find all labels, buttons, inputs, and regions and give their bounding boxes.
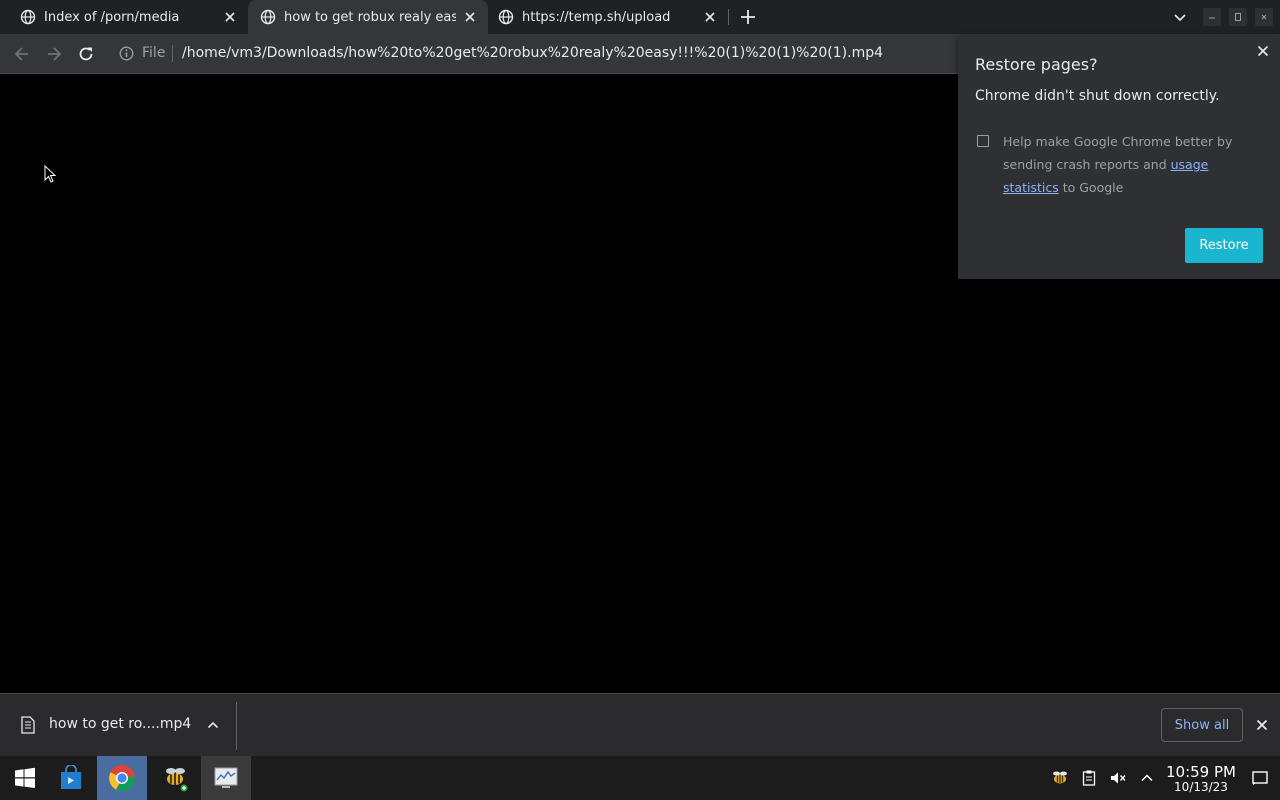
start-button[interactable] — [0, 756, 50, 800]
tab-search-chevron-icon[interactable] — [1172, 9, 1188, 25]
taskbar — [0, 756, 1280, 800]
system-monitor-button[interactable] — [201, 756, 251, 800]
system-monitor-icon — [214, 767, 238, 788]
chrome-icon — [109, 765, 135, 792]
dialog-title: Restore pages? — [975, 55, 1098, 74]
reload-icon[interactable] — [76, 44, 96, 64]
tab-strip: Index of /porn/media how to get robux re… — [0, 0, 1280, 34]
consent-text-end: to Google — [1058, 180, 1124, 195]
back-icon[interactable] — [12, 44, 32, 64]
tab-how-to-get-robux[interactable]: how to get robux realy easy!!! — [248, 0, 488, 34]
bee-app-icon — [166, 768, 188, 792]
store-icon — [61, 765, 81, 789]
crash-report-consent: Help make Google Chrome better by sendin… — [1003, 130, 1268, 199]
volume-muted-icon[interactable] — [1109, 769, 1127, 787]
forward-icon[interactable] — [44, 44, 64, 64]
globe-icon — [498, 9, 514, 25]
crash-report-checkbox[interactable] — [977, 135, 989, 147]
tray-chevron-up-icon[interactable] — [1138, 769, 1156, 787]
dialog-message: Chrome didn't shut down correctly. — [975, 88, 1220, 104]
close-icon[interactable] — [1254, 717, 1270, 733]
bee-app-button[interactable] — [150, 756, 200, 800]
notifications-icon[interactable] — [1251, 769, 1269, 787]
download-shelf: how to get ro....mp4 Show all — [0, 693, 1280, 756]
clock-date[interactable]: 10/13/23 — [1160, 780, 1242, 794]
chevron-up-icon[interactable] — [206, 718, 220, 732]
restore-button[interactable]: Restore — [1185, 228, 1263, 263]
chrome-taskbar-button[interactable] — [97, 756, 147, 800]
mouse-cursor-icon — [44, 165, 57, 183]
shelf-divider — [236, 702, 237, 750]
close-icon — [1261, 14, 1267, 20]
globe-icon — [260, 9, 276, 25]
tab-title: how to get robux realy easy!!! — [284, 9, 456, 25]
maximize-icon — [1235, 13, 1241, 21]
maximize-button[interactable] — [1229, 8, 1247, 26]
tab-temp-sh-upload[interactable]: https://temp.sh/upload — [488, 0, 728, 34]
download-item-name[interactable]: how to get ro....mp4 — [49, 716, 191, 732]
close-icon[interactable] — [1255, 43, 1271, 59]
store-button[interactable] — [46, 756, 96, 800]
close-tab-icon[interactable] — [702, 9, 718, 25]
address-divider — [172, 45, 173, 62]
minimize-icon — [1209, 17, 1215, 19]
clipboard-icon[interactable] — [1080, 769, 1098, 787]
tab-divider — [728, 9, 729, 25]
minimize-button[interactable] — [1203, 8, 1221, 26]
start-icon — [15, 767, 35, 788]
info-icon[interactable] — [119, 46, 134, 61]
restore-pages-dialog: Restore pages? Chrome didn't shut down c… — [958, 36, 1280, 279]
tab-title: https://temp.sh/upload — [522, 9, 671, 25]
file-icon — [21, 716, 35, 734]
new-tab-icon[interactable] — [739, 8, 757, 26]
url-text[interactable]: /home/vm3/Downloads/how%20to%20get%20rob… — [182, 45, 883, 61]
close-tab-icon[interactable] — [462, 9, 478, 25]
clock-time[interactable]: 10:59 PM — [1160, 763, 1242, 781]
tab-index-of-porn-media[interactable]: Index of /porn/media — [0, 0, 248, 34]
url-scheme-label: File — [142, 45, 166, 61]
show-all-button[interactable]: Show all — [1161, 708, 1243, 742]
bee-tray-icon[interactable] — [1051, 769, 1069, 787]
globe-icon — [20, 9, 36, 25]
tab-title: Index of /porn/media — [44, 9, 180, 25]
window-close-button[interactable] — [1255, 8, 1273, 26]
close-tab-icon[interactable] — [222, 9, 238, 25]
